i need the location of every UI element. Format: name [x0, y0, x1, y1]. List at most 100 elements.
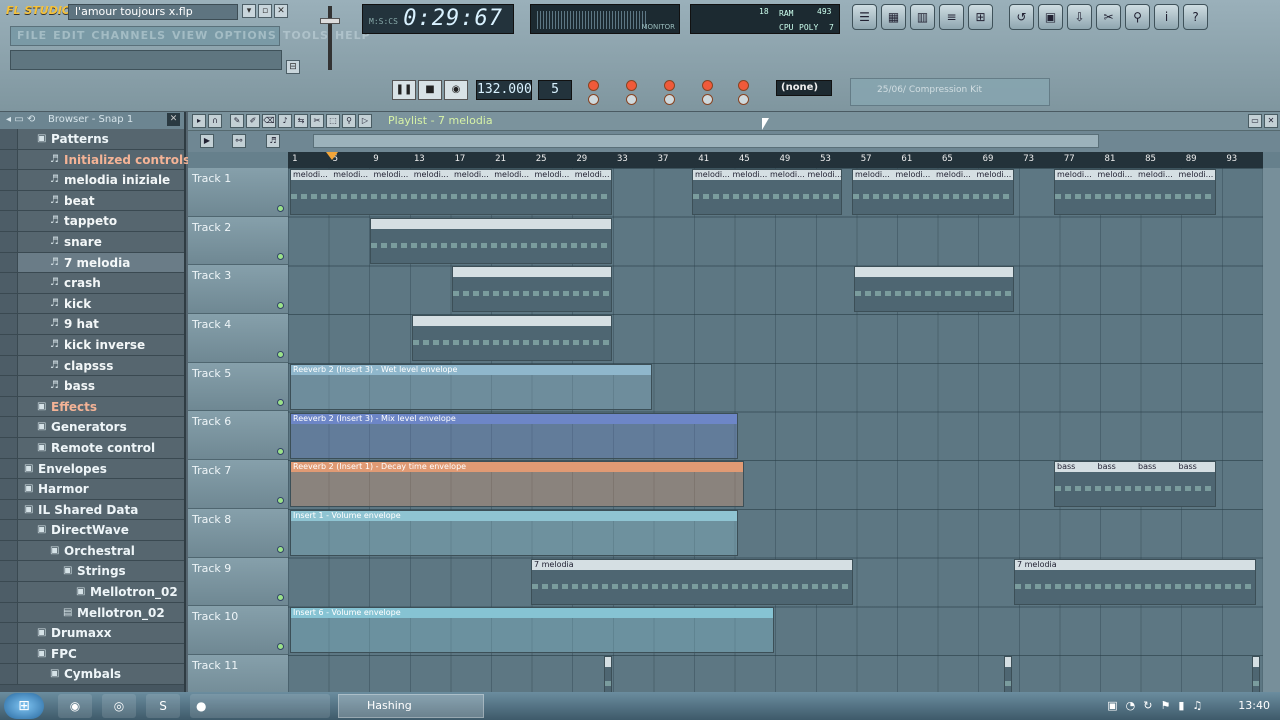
- pattern-clip[interactable]: bass bass bass bass: [1054, 461, 1216, 508]
- track-mute-led[interactable]: [277, 204, 284, 212]
- browser-item[interactable]: ♬ kick: [0, 293, 184, 315]
- browser-item[interactable]: ▤ Mellotron_02: [0, 602, 184, 624]
- playback-tool-icon[interactable]: ▷: [358, 114, 372, 128]
- track-mute-led[interactable]: [277, 399, 284, 407]
- blend-notes-icon[interactable]: [626, 80, 637, 91]
- song-time-display[interactable]: M:S:CS 0:29:67: [362, 4, 514, 34]
- automation-clip[interactable]: Reeverb 2 (Insert 3) - Wet level envelop…: [290, 363, 652, 410]
- tempo-display[interactable]: 132.000: [476, 80, 532, 100]
- link-icon[interactable]: ⚯: [232, 134, 246, 148]
- wait-input-icon[interactable]: [664, 80, 675, 91]
- restore-icon[interactable]: ▫: [258, 4, 272, 18]
- paint-tool-icon[interactable]: ✐: [246, 114, 260, 128]
- help-icon[interactable]: ?: [1183, 4, 1208, 30]
- tray-network-icon[interactable]: ◔: [1126, 694, 1136, 718]
- minimize-icon[interactable]: ▾: [242, 4, 256, 18]
- tray-sync-icon[interactable]: ↻: [1143, 694, 1152, 718]
- draw-tool-icon[interactable]: ✎: [230, 114, 244, 128]
- skype-icon[interactable]: S: [146, 694, 180, 718]
- track-header[interactable]: Track 3: [188, 265, 288, 315]
- note-icon[interactable]: ♬: [266, 134, 280, 148]
- playlist-maximize-icon[interactable]: ▭: [1248, 114, 1262, 128]
- stop-button[interactable]: ■: [418, 80, 442, 100]
- automation-clip[interactable]: Insert 6 - Volume envelope: [290, 607, 774, 654]
- preset-selector[interactable]: 25/06/ Compression Kit: [850, 78, 1050, 106]
- menu-view[interactable]: VIEW: [172, 29, 208, 43]
- multilink-icon[interactable]: [702, 94, 713, 105]
- track-header[interactable]: Track 10: [188, 606, 288, 655]
- track-mute-led[interactable]: [277, 594, 284, 602]
- track-header[interactable]: Track 8: [188, 508, 288, 558]
- browser-tools-icon[interactable]: ◂ ▭ ⟲: [6, 114, 35, 125]
- browser-item[interactable]: ▣ FPC: [0, 643, 184, 665]
- taskbar-clock[interactable]: 13:40: [1238, 694, 1270, 718]
- playlist-title[interactable]: Playlist - 7 melodia: [388, 114, 493, 127]
- track-header[interactable]: Track 6: [188, 411, 288, 461]
- pattern-clip[interactable]: melodi... melodi... melodi... melodi...: [692, 169, 842, 215]
- mute-tool-icon[interactable]: ♪: [278, 114, 292, 128]
- magnet-icon[interactable]: ∩: [208, 114, 222, 128]
- browser-item[interactable]: ♬ snare: [0, 231, 184, 253]
- browser-close-icon[interactable]: ✕: [167, 113, 180, 126]
- playlist-grid[interactable]: melodi... melodi... melodi... melodi... melo…: [288, 168, 1263, 702]
- snap-selector[interactable]: (none): [776, 80, 832, 96]
- hashing-task[interactable]: Hashing: [338, 694, 484, 718]
- pause-button[interactable]: ❚❚: [392, 80, 416, 100]
- browser-item[interactable]: ▣ Strings: [0, 561, 184, 583]
- browser-item[interactable]: ♬ kick inverse: [0, 334, 184, 356]
- browser-item[interactable]: ♬ crash: [0, 273, 184, 294]
- browser-item[interactable]: ▣ Generators: [0, 417, 184, 438]
- chrome-icon[interactable]: ◎: [102, 694, 136, 718]
- playlist-icon[interactable]: ☰: [852, 4, 877, 30]
- track-header[interactable]: Track 7: [188, 460, 288, 509]
- track-mute-led[interactable]: [277, 642, 284, 650]
- browser-item[interactable]: ▣ IL Shared Data: [0, 499, 184, 521]
- browser-icon[interactable]: ≡: [939, 4, 964, 30]
- hint-arrow-icon[interactable]: ⊟: [286, 60, 300, 74]
- pattern-clip[interactable]: [412, 315, 612, 362]
- menu-edit[interactable]: EDIT: [53, 29, 85, 43]
- piano-roll-icon[interactable]: ▥: [910, 4, 935, 30]
- song-mode-icon[interactable]: ▶: [200, 134, 214, 148]
- search-icon[interactable]: ⚲: [1125, 4, 1150, 30]
- browser-item[interactable]: ♬ Initialized controls: [0, 149, 190, 171]
- overdub-icon[interactable]: [738, 94, 749, 105]
- automation-clip[interactable]: Insert 1 - Volume envelope: [290, 509, 738, 556]
- firefox-icon[interactable]: ◉: [58, 694, 92, 718]
- export-icon[interactable]: ⇩: [1067, 4, 1092, 30]
- delete-tool-icon[interactable]: ⌫: [262, 114, 276, 128]
- master-volume-fader[interactable]: [312, 6, 348, 70]
- pattern-clip[interactable]: 7 melodia: [531, 558, 853, 605]
- slice-tool-icon[interactable]: ✂: [310, 114, 324, 128]
- typing-keyboard-icon[interactable]: [588, 80, 599, 91]
- track-mute-led[interactable]: [277, 350, 284, 358]
- playlist-vscroll[interactable]: [1263, 168, 1280, 692]
- browser-item[interactable]: ▣ Effects: [0, 396, 184, 418]
- horizontal-scroll-thumb[interactable]: [313, 134, 1099, 148]
- browser-item[interactable]: ♬ melodia iniziale: [0, 170, 184, 191]
- playlist-close-icon[interactable]: ✕: [1264, 114, 1278, 128]
- track-header[interactable]: Track 9: [188, 557, 288, 607]
- pattern-selector[interactable]: 5: [538, 80, 572, 100]
- song-position-marker[interactable]: [326, 152, 338, 160]
- close-icon[interactable]: ✕: [274, 4, 288, 18]
- menu-options[interactable]: OPTIONS: [214, 29, 277, 43]
- track-header[interactable]: Track 4: [188, 314, 288, 363]
- bar-ruler[interactable]: 1 5 9 13 17 21 25 29 33 37 41 45 49 53 57 61 65 69 73 77 81 8…: [288, 152, 1263, 168]
- track-mute-led[interactable]: [277, 496, 284, 504]
- metronome-icon[interactable]: [626, 94, 637, 105]
- browser-item[interactable]: ▣ Harmor: [0, 479, 184, 500]
- cut-icon[interactable]: ✂: [1096, 4, 1121, 30]
- track-header[interactable]: Track 5: [188, 362, 288, 412]
- browser-item[interactable]: ▣ Cymbals: [0, 664, 184, 686]
- browser-item[interactable]: ♬ 9 hat: [0, 314, 184, 335]
- tray-flag-icon[interactable]: ⚑: [1160, 694, 1170, 718]
- browser-item[interactable]: ▣ Patterns: [0, 129, 184, 150]
- browser-item[interactable]: ♬ tappeto: [0, 211, 184, 232]
- zoom-tool-icon[interactable]: ⚲: [342, 114, 356, 128]
- tray-signal-icon[interactable]: ▮: [1178, 694, 1184, 718]
- menu-channels[interactable]: CHANNELS: [91, 29, 166, 43]
- undo-icon[interactable]: ↺: [1009, 4, 1034, 30]
- track-header[interactable]: Track 1: [188, 168, 288, 217]
- pattern-clip[interactable]: [854, 266, 1014, 313]
